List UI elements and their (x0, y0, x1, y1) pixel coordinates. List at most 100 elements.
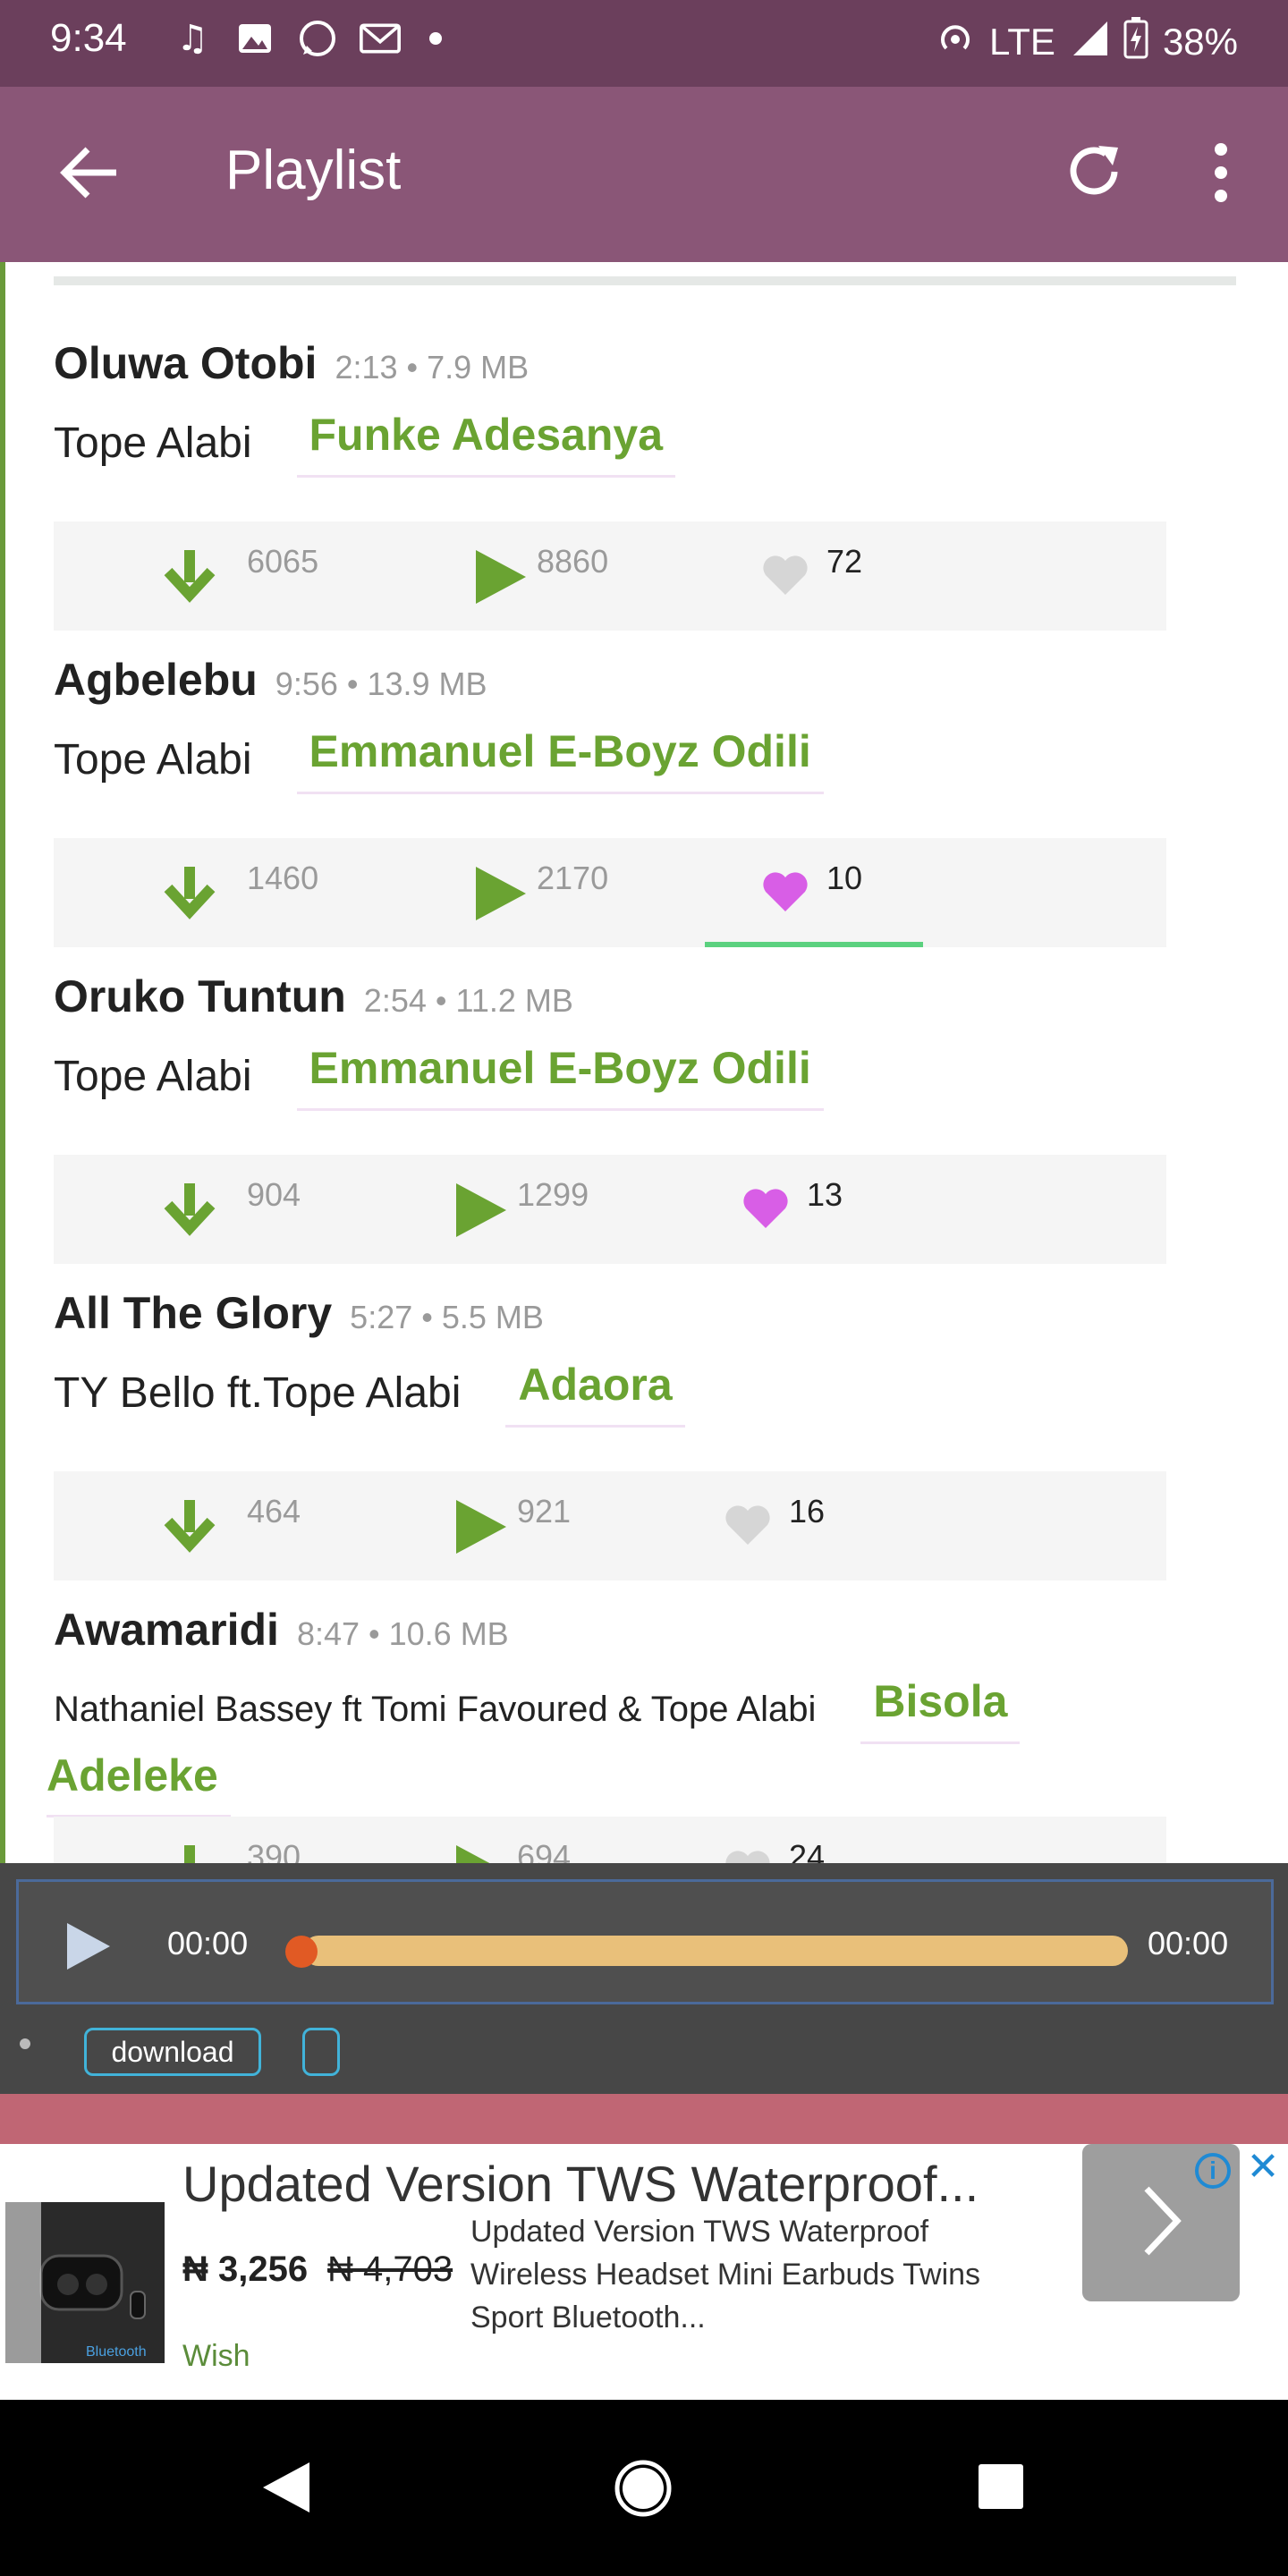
download-stat[interactable]: 904 (161, 1155, 322, 1264)
nav-recent-apps-icon[interactable] (977, 2462, 1025, 2511)
download-count: 390 (247, 1838, 301, 1863)
play-stat[interactable]: 694 (454, 1817, 633, 1863)
left-accent-line (0, 262, 5, 1863)
play-stat[interactable]: 2170 (474, 838, 653, 947)
track-meta: 9:56 • 13.9 MB (275, 665, 487, 702)
track-meta: 5:27 • 5.5 MB (350, 1299, 544, 1335)
track-title: Agbelebu (54, 655, 258, 705)
progress-bar[interactable] (303, 1936, 1128, 1966)
play-stat[interactable]: 1299 (454, 1155, 633, 1264)
download-count: 1460 (247, 860, 319, 896)
refresh-icon[interactable] (1063, 140, 1125, 203)
secondary-button[interactable] (302, 2028, 340, 2076)
track-item[interactable]: Agbelebu 9:56 • 13.9 MB Tope Alabi Emman… (54, 654, 1172, 794)
battery-icon (1123, 16, 1148, 68)
play-count: 1299 (517, 1176, 589, 1213)
play-icon[interactable] (62, 1919, 115, 1973)
whatsapp-icon (297, 18, 338, 59)
player-actions: download (0, 2012, 1288, 2092)
ad-price: ₦ 3,256 (182, 2250, 309, 2289)
track-arranger-link[interactable]: Funke Adesanya (296, 409, 676, 478)
track-stats: 6065 8860 72 (54, 521, 1166, 631)
status-bar: 9:34 ♫ LTE 38% (0, 0, 1288, 87)
ad-info-icon[interactable]: i (1195, 2153, 1231, 2189)
network-type: LTE (989, 21, 1055, 63)
like-stat[interactable]: 10 (705, 838, 923, 947)
like-active-indicator (705, 942, 923, 947)
play-icon (476, 550, 526, 604)
track-arranger-link[interactable]: Emmanuel E-Boyz Odili (296, 1042, 824, 1111)
current-time: 00:00 (167, 1925, 249, 1962)
download-stat[interactable]: 464 (161, 1471, 322, 1580)
ad-title[interactable]: Updated Version TWS Waterproof... (182, 2155, 979, 2213)
track-artist: Nathaniel Bassey ft Tomi Favoured & Tope… (54, 1690, 817, 1729)
track-artist: Tope Alabi (54, 736, 252, 784)
like-count: 13 (807, 1176, 843, 1213)
system-status: LTE 38% (936, 16, 1238, 68)
play-count: 921 (517, 1493, 572, 1530)
play-icon (456, 1500, 506, 1554)
like-stat[interactable]: 16 (723, 1471, 884, 1580)
track-arranger-link[interactable]: Bisola (860, 1675, 1021, 1744)
download-stat[interactable]: 1460 (161, 838, 322, 947)
track-item[interactable]: Oluwa Otobi 2:13 • 7.9 MB Tope Alabi Fun… (54, 337, 1172, 478)
track-artist: Tope Alabi (54, 1053, 252, 1100)
track-meta: 2:13 • 7.9 MB (335, 349, 530, 386)
play-stat[interactable]: 8860 (474, 521, 653, 631)
ad-close-icon[interactable]: ✕ (1243, 2148, 1283, 2187)
ad-description: Updated Version TWS Waterproof Wireless … (470, 2215, 981, 2334)
progress-knob[interactable] (285, 1936, 318, 1968)
bullet-dot (20, 2038, 30, 2049)
like-count: 16 (789, 1493, 826, 1530)
heart-icon (763, 872, 808, 911)
signal-icon (1070, 18, 1109, 66)
download-arrow-icon (164, 1183, 216, 1236)
track-title: Awamaridi (54, 1605, 279, 1655)
track-item[interactable]: Oruko Tuntun 2:54 • 11.2 MB Tope Alabi E… (54, 970, 1172, 1111)
arrow-left-icon[interactable] (57, 139, 125, 207)
track-meta: 8:47 • 10.6 MB (296, 1615, 509, 1652)
more-vert-icon[interactable] (1208, 139, 1234, 207)
like-stat[interactable]: 24 (723, 1817, 884, 1863)
app-bar: Playlist (0, 87, 1288, 262)
divider-strip (0, 2094, 1288, 2144)
heart-icon (743, 1189, 788, 1228)
track-item[interactable]: All The Glory 5:27 • 5.5 MB TY Bello ft.… (54, 1287, 1172, 1428)
top-divider (54, 276, 1236, 285)
download-button[interactable]: download (84, 2028, 261, 2076)
play-stat[interactable]: 921 (454, 1471, 633, 1580)
audio-player-panel: 00:00 00:00 download (0, 1863, 1288, 2094)
music-icon: ♫ (176, 18, 208, 59)
download-stat[interactable]: 6065 (161, 521, 322, 631)
earbuds-product-image[interactable]: Bluetooth (5, 2202, 165, 2363)
download-count: 6065 (247, 543, 319, 580)
play-icon (476, 867, 526, 920)
track-item[interactable]: Awamaridi 8:47 • 10.6 MB Nathaniel Basse… (47, 1604, 1243, 1818)
track-artist: TY Bello ft.Tope Alabi (54, 1369, 462, 1417)
status-time: 9:34 (50, 16, 127, 60)
track-title: All The Glory (54, 1288, 333, 1338)
notification-icons: ♫ (172, 18, 442, 59)
nav-home-icon[interactable] (614, 2459, 673, 2518)
track-arranger-link-continued[interactable]: Adeleke (47, 1750, 231, 1818)
like-stat[interactable]: 13 (741, 1155, 902, 1264)
track-stats: 904 1299 13 (54, 1155, 1166, 1264)
playlist-list[interactable]: Oluwa Otobi 2:13 • 7.9 MB Tope Alabi Fun… (0, 262, 1288, 1863)
track-stats: 464 921 16 (54, 1471, 1166, 1580)
track-meta: 2:54 • 11.2 MB (363, 982, 573, 1019)
download-count: 464 (247, 1493, 301, 1530)
play-icon (456, 1183, 506, 1237)
image-label: Bluetooth (86, 2344, 147, 2360)
play-count: 8860 (537, 543, 609, 580)
total-time: 00:00 (1148, 1925, 1229, 1962)
play-count: 694 (517, 1838, 572, 1863)
track-arranger-link[interactable]: Emmanuel E-Boyz Odili (296, 725, 824, 794)
download-stat[interactable]: 390 (161, 1817, 322, 1863)
audio-player: 00:00 00:00 (16, 1879, 1274, 2004)
track-arranger-link[interactable]: Adaora (505, 1359, 685, 1428)
ad-banner[interactable]: Bluetooth Updated Version TWS Waterproof… (0, 2144, 1288, 2400)
ad-old-price: ₦ 4,703 (327, 2250, 453, 2289)
nav-back-icon[interactable] (259, 2459, 313, 2516)
ad-brand: Wish (182, 2339, 250, 2373)
like-stat[interactable]: 72 (760, 521, 921, 631)
